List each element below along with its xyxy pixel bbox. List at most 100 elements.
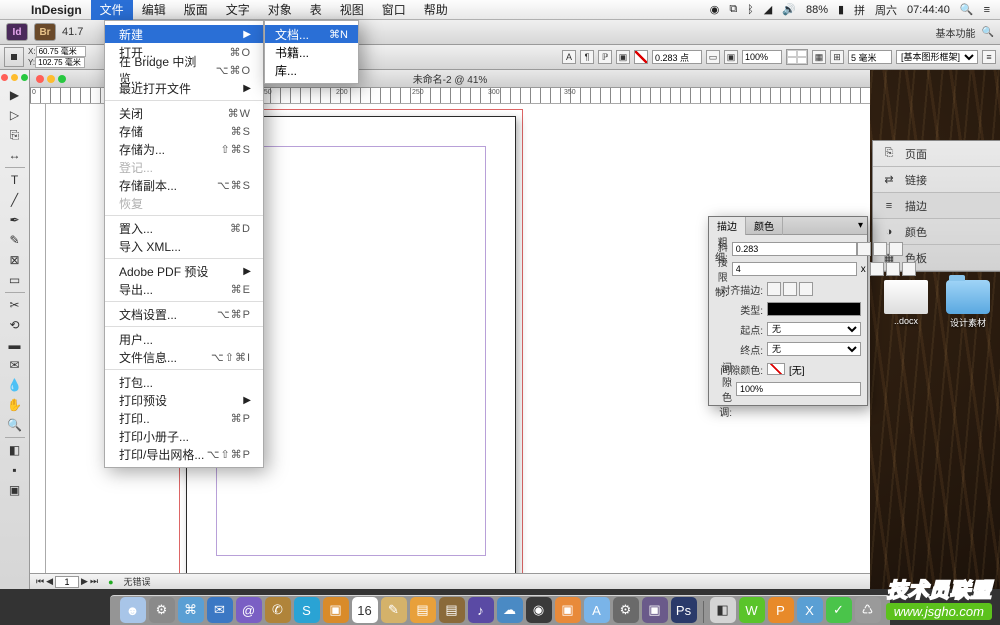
rectangle-frame-tool-icon[interactable]: ⊠ bbox=[4, 250, 26, 270]
stroke-fill-icon[interactable]: ▣ bbox=[616, 50, 630, 64]
gap-color-swatch[interactable] bbox=[767, 363, 785, 375]
panel-链接[interactable]: ⇄链接 bbox=[873, 167, 1000, 193]
para-icon[interactable]: ¶ bbox=[580, 50, 594, 64]
file-menu-item[interactable]: 用户... bbox=[105, 330, 263, 348]
spotlight-icon[interactable]: 🔍 bbox=[960, 3, 974, 16]
wifi-icon[interactable]: ◢ bbox=[764, 3, 772, 16]
file-menu-item[interactable]: 打包... bbox=[105, 373, 263, 391]
dock-item[interactable]: ▤ bbox=[410, 597, 436, 623]
menu-文字[interactable]: 文字 bbox=[217, 0, 259, 20]
dock-item[interactable]: ☁ bbox=[497, 597, 523, 623]
file-menu-item[interactable]: 导出...⌘E bbox=[105, 280, 263, 298]
dock-item[interactable]: S bbox=[294, 597, 320, 623]
file-menu-item[interactable]: 打印..⌘P bbox=[105, 409, 263, 427]
y-input[interactable] bbox=[35, 57, 85, 68]
align-btn-2[interactable] bbox=[783, 282, 797, 296]
dock-item[interactable]: X bbox=[797, 597, 823, 623]
dock-item[interactable]: @ bbox=[236, 597, 262, 623]
stroke-tab[interactable]: 描边 bbox=[709, 217, 746, 235]
menu-对象[interactable]: 对象 bbox=[259, 0, 301, 20]
zoom-tool-icon[interactable]: 🔍 bbox=[4, 415, 26, 435]
panel-页面[interactable]: ⎘页面 bbox=[873, 141, 1000, 167]
submenu-item[interactable]: 库... bbox=[265, 61, 358, 79]
page-navigator[interactable]: ⏮◀ ▶⏭ bbox=[36, 576, 98, 588]
app-name[interactable]: InDesign bbox=[22, 3, 91, 17]
submenu-item[interactable]: 文档...⌘N bbox=[265, 25, 358, 43]
cb-btn-1[interactable]: ▭ bbox=[706, 50, 720, 64]
join-btn-1[interactable] bbox=[870, 262, 884, 276]
dock-item[interactable]: ✎ bbox=[381, 597, 407, 623]
zoom-window-icon[interactable] bbox=[21, 74, 28, 81]
fill-stroke-icon[interactable]: ◧ bbox=[4, 440, 26, 460]
dock-item[interactable]: W bbox=[739, 597, 765, 623]
dock-item[interactable]: 16 bbox=[352, 597, 378, 623]
zoom-level[interactable]: 41.7 bbox=[62, 26, 83, 38]
eyedropper-tool-icon[interactable]: 💧 bbox=[4, 375, 26, 395]
align-btn-3[interactable] bbox=[799, 282, 813, 296]
cap-btn-1[interactable] bbox=[857, 242, 871, 256]
free-transform-tool-icon[interactable]: ⟲ bbox=[4, 315, 26, 335]
direct-selection-tool-icon[interactable]: ▷ bbox=[4, 105, 26, 125]
scissors-tool-icon[interactable]: ✂ bbox=[4, 295, 26, 315]
dock-item[interactable]: ✓ bbox=[826, 597, 852, 623]
pencil-tool-icon[interactable]: ✎ bbox=[4, 230, 26, 250]
stroke-weight-input[interactable] bbox=[652, 50, 702, 64]
file-menu-item[interactable]: 新建▶ bbox=[105, 25, 263, 43]
menu-文件[interactable]: 文件 bbox=[91, 0, 133, 20]
dock-item[interactable]: ◧ bbox=[710, 597, 736, 623]
hand-tool-icon[interactable]: ✋ bbox=[4, 395, 26, 415]
cap-btn-2[interactable] bbox=[873, 242, 887, 256]
join-btn-2[interactable] bbox=[886, 262, 900, 276]
dock-item[interactable]: ▣ bbox=[555, 597, 581, 623]
battery-text[interactable]: 88% bbox=[806, 4, 828, 16]
dock-item[interactable]: ✆ bbox=[265, 597, 291, 623]
object-style-select[interactable]: [基本图形框架] bbox=[896, 50, 978, 64]
file-menu-item[interactable]: 导入 XML... bbox=[105, 237, 263, 255]
start-select[interactable]: 无 bbox=[767, 322, 861, 336]
file-menu-item[interactable]: 打印/导出网格...⌥⇧⌘P bbox=[105, 445, 263, 463]
pen-tool-icon[interactable]: ✒ bbox=[4, 210, 26, 230]
page-tool-icon[interactable]: ⎘ bbox=[4, 125, 26, 145]
dock-item[interactable]: ◉ bbox=[526, 597, 552, 623]
rectangle-tool-icon[interactable]: ▭ bbox=[4, 270, 26, 290]
dock-item[interactable]: ♺ bbox=[855, 597, 881, 623]
weight-input[interactable] bbox=[732, 242, 857, 256]
file-menu-item[interactable]: 存储副本...⌥⌘S bbox=[105, 176, 263, 194]
doc-close-icon[interactable] bbox=[36, 75, 44, 83]
x-input[interactable] bbox=[36, 46, 86, 57]
input-method[interactable]: 拼 bbox=[854, 2, 865, 18]
miter-input[interactable] bbox=[732, 262, 857, 276]
dock-item[interactable]: ▤ bbox=[439, 597, 465, 623]
apply-color-icon[interactable]: ▪ bbox=[4, 460, 26, 480]
glyph-icon[interactable]: ℙ bbox=[598, 50, 612, 64]
file-menu-item[interactable]: 关闭⌘W bbox=[105, 104, 263, 122]
dock-item[interactable]: ⚙ bbox=[613, 597, 639, 623]
type-tool-icon[interactable]: T bbox=[4, 170, 26, 190]
view-mode-icon[interactable]: ▣ bbox=[4, 480, 26, 500]
line-tool-icon[interactable]: ╱ bbox=[4, 190, 26, 210]
file-menu-item[interactable]: 文档设置...⌥⌘P bbox=[105, 305, 263, 323]
align-grid[interactable] bbox=[786, 49, 808, 65]
reference-point-grid[interactable] bbox=[4, 47, 24, 67]
cb-btn-5[interactable]: ≡ bbox=[982, 50, 996, 64]
type-select[interactable]: ━━━━━ bbox=[767, 302, 861, 316]
submenu-item[interactable]: 书籍... bbox=[265, 43, 358, 61]
file-menu-item[interactable]: 置入...⌘D bbox=[105, 219, 263, 237]
file-menu-item[interactable]: 打印预设▶ bbox=[105, 391, 263, 409]
selection-tool-icon[interactable]: ▶ bbox=[4, 85, 26, 105]
dock-item[interactable]: ▣ bbox=[642, 597, 668, 623]
color-tab[interactable]: 颜色 bbox=[746, 217, 783, 235]
doc-min-icon[interactable] bbox=[47, 75, 55, 83]
search-icon[interactable]: 🔍 bbox=[982, 27, 994, 38]
pct-input-1[interactable] bbox=[742, 50, 782, 64]
dropbox-icon[interactable]: ⧉ bbox=[729, 3, 737, 16]
menu-窗口[interactable]: 窗口 bbox=[373, 0, 415, 20]
doc-zoom-icon[interactable] bbox=[58, 75, 66, 83]
menu-编辑[interactable]: 编辑 bbox=[133, 0, 175, 20]
file-menu-item[interactable]: 存储为...⇧⌘S bbox=[105, 140, 263, 158]
align-btn-1[interactable] bbox=[767, 282, 781, 296]
bridge-badge[interactable]: Br bbox=[34, 23, 56, 41]
file-menu-item[interactable]: Adobe PDF 预设▶ bbox=[105, 262, 263, 280]
close-window-icon[interactable] bbox=[1, 74, 8, 81]
volume-icon[interactable]: 🔊 bbox=[782, 3, 796, 16]
